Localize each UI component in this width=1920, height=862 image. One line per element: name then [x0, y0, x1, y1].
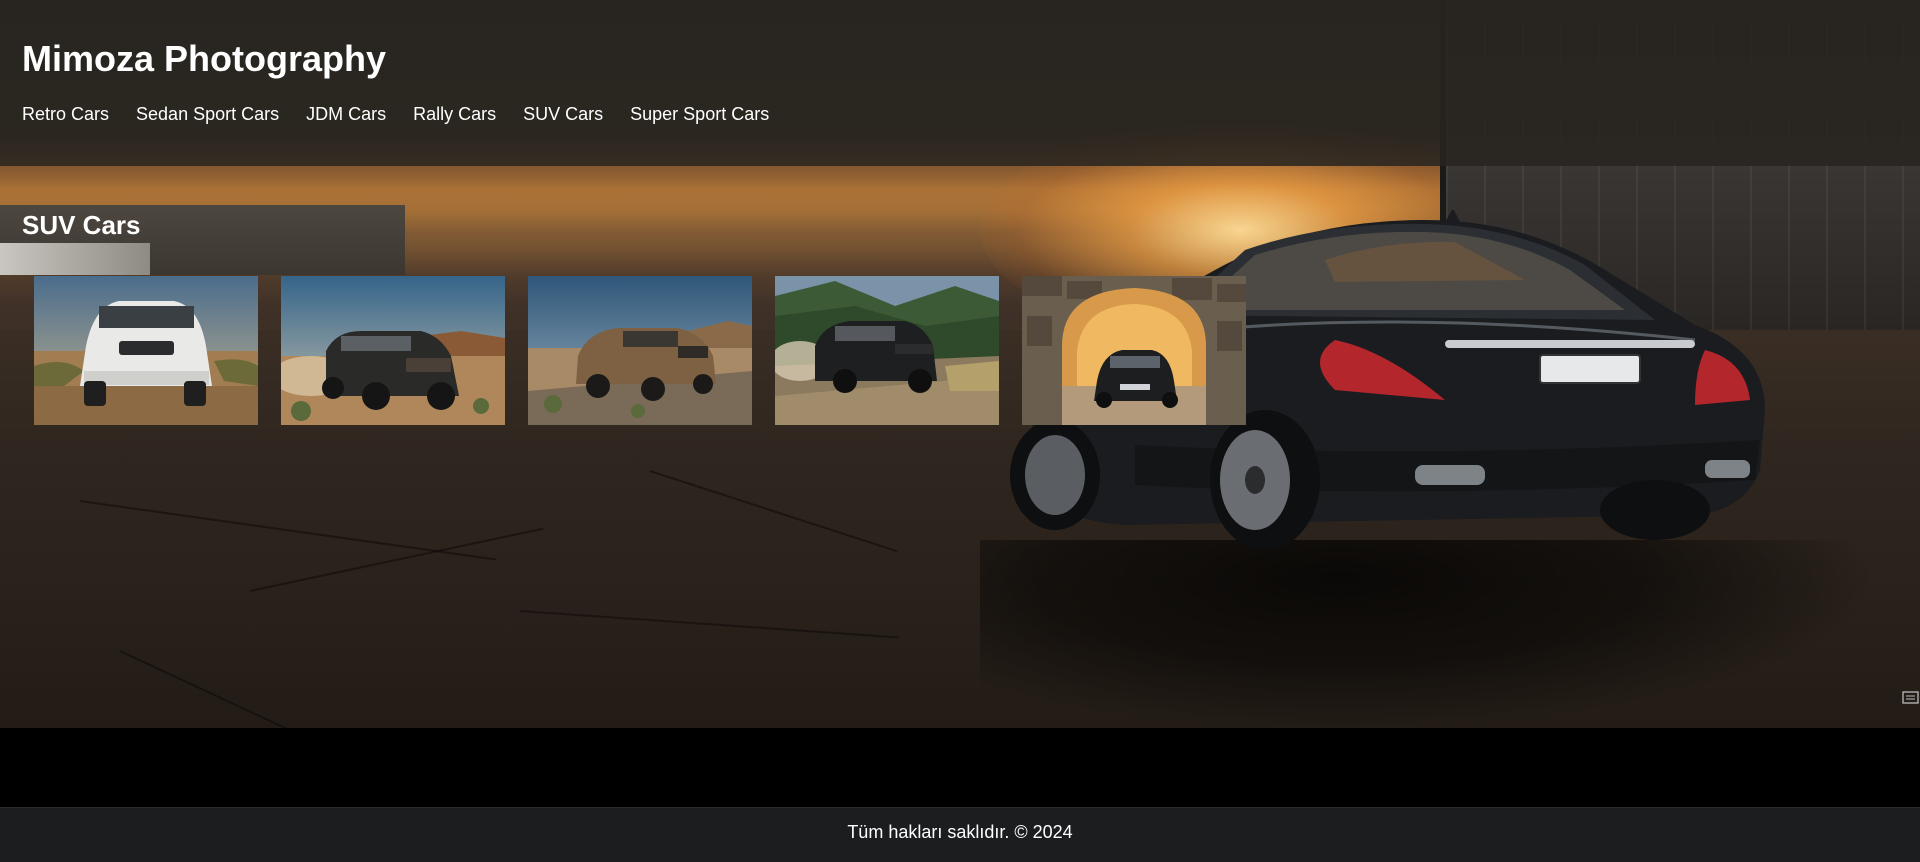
nav-link-rally-cars[interactable]: Rally Cars — [413, 104, 496, 125]
nav-link-suv-cars[interactable]: SUV Cars — [523, 104, 603, 125]
site-footer: Tüm hakları saklıdır. © 2024 — [0, 807, 1920, 862]
section-title: SUV Cars — [22, 210, 141, 240]
main-nav: Retro Cars Sedan Sport Cars JDM Cars Ral… — [22, 104, 769, 125]
gallery-photo-black-suv-mountain[interactable] — [775, 276, 999, 425]
bronze-suv-desert-photo-icon — [528, 276, 752, 425]
gallery-photo-black-suv-arch[interactable] — [1022, 276, 1246, 425]
copyright-text: Tüm hakları saklıdır. © 2024 — [847, 822, 1073, 842]
warehouse-sign — [0, 243, 150, 275]
dark-suv-desert-dust-photo-icon — [281, 276, 505, 425]
white-suv-desert-photo-icon — [34, 276, 258, 425]
site-title[interactable]: Mimoza Photography — [22, 38, 386, 80]
nav-link-sedan-sport-cars[interactable]: Sedan Sport Cars — [136, 104, 279, 125]
black-suv-stone-arch-photo-icon — [1022, 276, 1246, 425]
nav-link-retro-cars[interactable]: Retro Cars — [22, 104, 109, 125]
gallery-photo-dark-suv-desert[interactable] — [281, 276, 505, 425]
black-band — [0, 728, 1920, 807]
page: Mimoza Photography Retro Cars Sedan Spor… — [0, 0, 1920, 862]
gallery-photo-bronze-suv-desert[interactable] — [528, 276, 752, 425]
gallery-photo-white-suv-desert[interactable] — [34, 276, 258, 425]
site-header: Mimoza Photography Retro Cars Sedan Spor… — [0, 0, 1920, 166]
nav-link-jdm-cars[interactable]: JDM Cars — [306, 104, 386, 125]
nav-link-super-sport-cars[interactable]: Super Sport Cars — [630, 104, 769, 125]
photo-gallery — [34, 276, 1246, 425]
black-suv-mountain-road-photo-icon — [775, 276, 999, 425]
flag-icon[interactable] — [1902, 690, 1920, 706]
